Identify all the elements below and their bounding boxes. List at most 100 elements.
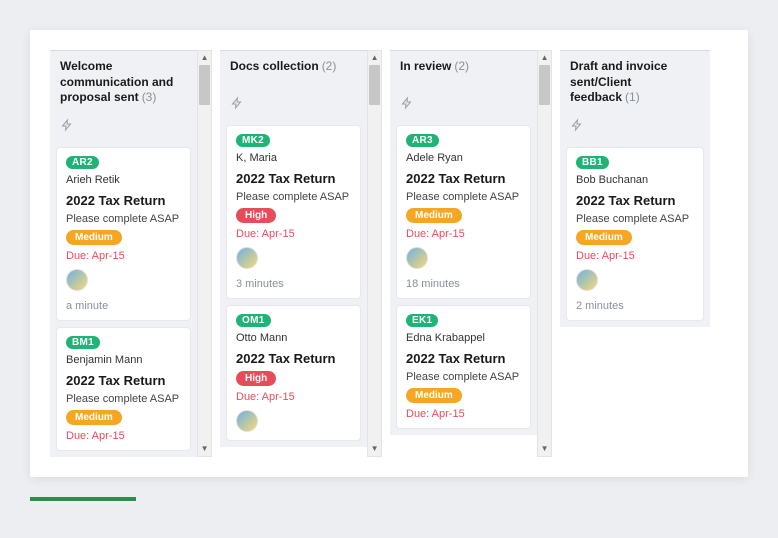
column-icon-row xyxy=(390,92,537,119)
column-icon-row xyxy=(220,92,367,119)
kanban-board: Welcome communication and proposal sent (… xyxy=(30,30,748,477)
lightning-icon[interactable] xyxy=(571,120,583,135)
card-desc: Please complete ASAP xyxy=(406,191,521,203)
lightning-icon[interactable] xyxy=(401,98,413,113)
column-count: (2) xyxy=(322,59,337,73)
scroll-down-icon[interactable]: ▼ xyxy=(368,442,381,456)
avatar[interactable] xyxy=(236,247,258,269)
card-desc: Please complete ASAP xyxy=(576,213,694,225)
column-wrap: Draft and invoice sent/Client feedback(1… xyxy=(560,50,710,457)
scroll-thumb[interactable] xyxy=(369,65,380,105)
card[interactable]: AR3 Adele Ryan 2022 Tax Return Please co… xyxy=(396,125,531,299)
progress-bar xyxy=(30,497,136,501)
card-badge: OM1 xyxy=(236,314,271,327)
card[interactable]: BM1 Benjamin Mann 2022 Tax Return Please… xyxy=(56,327,191,451)
scrollbar[interactable]: ▲ ▼ xyxy=(367,50,382,457)
column-body[interactable]: AR2 Arieh Retik 2022 Tax Return Please c… xyxy=(50,141,197,457)
scroll-thumb[interactable] xyxy=(539,65,550,105)
column-title: Docs collection xyxy=(230,59,319,73)
priority-badge: High xyxy=(236,208,276,223)
scrollbar[interactable]: ▲ ▼ xyxy=(537,50,552,457)
client-name: Otto Mann xyxy=(236,332,351,344)
priority-badge: Medium xyxy=(576,230,632,245)
column-draft: Draft and invoice sent/Client feedback(1… xyxy=(560,50,710,457)
card-badge: MK2 xyxy=(236,134,270,147)
card-desc: Please complete ASAP xyxy=(66,213,181,225)
client-name: K, Maria xyxy=(236,152,351,164)
column-body[interactable]: AR3 Adele Ryan 2022 Tax Return Please co… xyxy=(390,119,537,435)
card-badge: AR3 xyxy=(406,134,439,147)
column-icon-row xyxy=(560,114,710,141)
column-header[interactable]: Draft and invoice sent/Client feedback(1… xyxy=(560,50,710,114)
scroll-up-icon[interactable]: ▲ xyxy=(368,51,381,65)
column-wrap: Docs collection(2) MK2 K, Maria 2022 Tax… xyxy=(220,50,382,457)
priority-badge: Medium xyxy=(406,388,462,403)
due-date: Due: Apr-15 xyxy=(406,408,521,420)
card-badge: BB1 xyxy=(576,156,609,169)
lightning-icon[interactable] xyxy=(231,98,243,113)
column-welcome: Welcome communication and proposal sent(… xyxy=(50,50,197,457)
priority-badge: Medium xyxy=(66,410,122,425)
priority-badge: Medium xyxy=(406,208,462,223)
column-title: Welcome communication and proposal sent xyxy=(60,59,173,104)
scroll-up-icon[interactable]: ▲ xyxy=(198,51,211,65)
lightning-icon[interactable] xyxy=(61,120,73,135)
card-badge: AR2 xyxy=(66,156,99,169)
time-ago: 2 minutes xyxy=(576,300,694,312)
scroll-down-icon[interactable]: ▼ xyxy=(538,442,551,456)
scroll-thumb[interactable] xyxy=(199,65,210,105)
column-body[interactable]: BB1 Bob Buchanan 2022 Tax Return Please … xyxy=(560,141,710,327)
client-name: Benjamin Mann xyxy=(66,354,181,366)
card-title: 2022 Tax Return xyxy=(236,171,351,186)
card-title: 2022 Tax Return xyxy=(576,193,694,208)
column-header[interactable]: In review(2) xyxy=(390,50,537,92)
priority-badge: Medium xyxy=(66,230,122,245)
card-desc: Please complete ASAP xyxy=(66,393,181,405)
column-title: In review xyxy=(400,59,451,73)
due-date: Due: Apr-15 xyxy=(236,391,351,403)
scroll-up-icon[interactable]: ▲ xyxy=(538,51,551,65)
card-badge: EK1 xyxy=(406,314,438,327)
due-date: Due: Apr-15 xyxy=(406,228,521,240)
priority-badge: High xyxy=(236,371,276,386)
scroll-down-icon[interactable]: ▼ xyxy=(198,442,211,456)
card-title: 2022 Tax Return xyxy=(406,171,521,186)
column-header[interactable]: Welcome communication and proposal sent(… xyxy=(50,50,197,114)
avatar[interactable] xyxy=(406,247,428,269)
client-name: Edna Krabappel xyxy=(406,332,521,344)
time-ago: 18 minutes xyxy=(406,278,521,290)
client-name: Arieh Retik xyxy=(66,174,181,186)
card-title: 2022 Tax Return xyxy=(66,193,181,208)
due-date: Due: Apr-15 xyxy=(66,430,181,442)
client-name: Bob Buchanan xyxy=(576,174,694,186)
due-date: Due: Apr-15 xyxy=(576,250,694,262)
column-header[interactable]: Docs collection(2) xyxy=(220,50,367,92)
card-title: 2022 Tax Return xyxy=(66,373,181,388)
card[interactable]: AR2 Arieh Retik 2022 Tax Return Please c… xyxy=(56,147,191,321)
column-icon-row xyxy=(50,114,197,141)
avatar[interactable] xyxy=(66,269,88,291)
scrollbar[interactable]: ▲ ▼ xyxy=(197,50,212,457)
column-wrap: In review(2) AR3 Adele Ryan 2022 Tax Ret… xyxy=(390,50,552,457)
card[interactable]: BB1 Bob Buchanan 2022 Tax Return Please … xyxy=(566,147,704,321)
column-count: (2) xyxy=(454,59,469,73)
time-ago: a minute xyxy=(66,300,181,312)
card-badge: BM1 xyxy=(66,336,100,349)
card[interactable]: OM1 Otto Mann 2022 Tax Return High Due: … xyxy=(226,305,361,441)
card-desc: Please complete ASAP xyxy=(236,191,351,203)
card-title: 2022 Tax Return xyxy=(406,351,521,366)
card-desc: Please complete ASAP xyxy=(406,371,521,383)
avatar[interactable] xyxy=(576,269,598,291)
column-body[interactable]: MK2 K, Maria 2022 Tax Return Please comp… xyxy=(220,119,367,447)
card-title: 2022 Tax Return xyxy=(236,351,351,366)
due-date: Due: Apr-15 xyxy=(236,228,351,240)
column-wrap: Welcome communication and proposal sent(… xyxy=(50,50,212,457)
column-title: Draft and invoice sent/Client feedback xyxy=(570,59,667,104)
card[interactable]: EK1 Edna Krabappel 2022 Tax Return Pleas… xyxy=(396,305,531,429)
avatar[interactable] xyxy=(236,410,258,432)
due-date: Due: Apr-15 xyxy=(66,250,181,262)
column-docs: Docs collection(2) MK2 K, Maria 2022 Tax… xyxy=(220,50,367,457)
column-in-review: In review(2) AR3 Adele Ryan 2022 Tax Ret… xyxy=(390,50,537,457)
column-count: (1) xyxy=(625,90,640,104)
card[interactable]: MK2 K, Maria 2022 Tax Return Please comp… xyxy=(226,125,361,299)
